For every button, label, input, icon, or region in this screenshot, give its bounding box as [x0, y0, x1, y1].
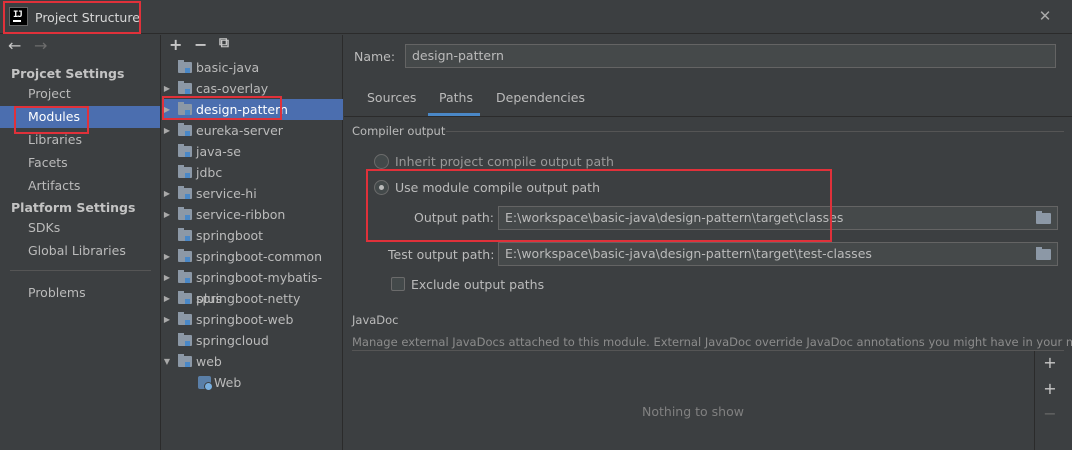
- tree-item-label: java-se: [196, 144, 241, 159]
- tree-item-label: springcloud: [196, 333, 269, 348]
- tree-item-label: springboot: [196, 228, 264, 243]
- tree-item-service-ribbon[interactable]: ▶ service-ribbon: [162, 204, 343, 225]
- sidebar-item-project[interactable]: Project: [0, 83, 160, 105]
- tree-item-label: basic-java: [196, 60, 260, 75]
- tab-paths[interactable]: Paths: [439, 90, 473, 105]
- module-folder-icon: [178, 354, 192, 367]
- module-folder-icon: [178, 123, 192, 136]
- module-name-input[interactable]: design-pattern: [405, 44, 1056, 68]
- expand-right-arrow-icon[interactable]: ▶: [162, 288, 172, 309]
- tree-item-jdbc[interactable]: jdbc: [162, 162, 343, 183]
- tab-dependencies[interactable]: Dependencies: [496, 90, 585, 105]
- module-settings-panel: Name: design-pattern Sources Paths Depen…: [344, 35, 1072, 450]
- inherit-output-label[interactable]: Inherit project compile output path: [395, 154, 614, 169]
- tabs-divider: [344, 116, 1072, 117]
- expand-right-arrow-icon[interactable]: ▶: [162, 309, 172, 330]
- tree-item-springboot-mybatis-plus[interactable]: ▶ springboot-mybatis-plus: [162, 267, 343, 306]
- tree-item-label: springboot-netty: [196, 291, 301, 306]
- tree-item-label: service-ribbon: [196, 207, 286, 222]
- javadoc-description: Manage external JavaDocs attached to thi…: [352, 335, 1072, 349]
- tree-item-springboot-common[interactable]: ▶ springboot-common: [162, 246, 343, 267]
- inherit-output-radio[interactable]: [374, 154, 389, 169]
- name-label: Name:: [354, 49, 396, 64]
- tree-item-label: Web: [214, 375, 242, 390]
- tree-item-java-se[interactable]: java-se: [162, 141, 343, 162]
- javadoc-toolbar: + + −: [1034, 351, 1064, 450]
- project-settings-header: Projcet Settings: [11, 66, 125, 81]
- web-facet-icon: [198, 376, 213, 391]
- exclude-output-label[interactable]: Exclude output paths: [411, 277, 544, 292]
- expand-down-arrow-icon[interactable]: ▼: [162, 351, 172, 372]
- tree-item-basic-java[interactable]: basic-java: [162, 57, 343, 78]
- tree-item-label: jdbc: [196, 165, 223, 180]
- copy-icon[interactable]: ⧉: [219, 35, 229, 51]
- close-icon[interactable]: ✕: [1037, 8, 1053, 24]
- tab-sources[interactable]: Sources: [367, 90, 416, 105]
- module-folder-icon: [178, 228, 192, 241]
- module-folder-icon: [178, 312, 192, 325]
- tree-item-springboot-web[interactable]: ▶ springboot-web: [162, 309, 343, 330]
- add-icon[interactable]: +: [169, 35, 182, 54]
- title-highlight-box: [3, 1, 141, 34]
- tree-item-label: eureka-server: [196, 123, 283, 138]
- forward-arrow-icon[interactable]: →: [34, 36, 47, 55]
- tree-item-springcloud[interactable]: springcloud: [162, 330, 343, 351]
- tree-item-web[interactable]: ▼ web: [162, 351, 343, 372]
- module-folder-icon: [178, 270, 192, 283]
- sidebar-item-global-libraries[interactable]: Global Libraries: [0, 240, 160, 262]
- browse-folder-icon[interactable]: [1036, 247, 1051, 260]
- module-folder-icon: [178, 81, 192, 94]
- expand-right-arrow-icon[interactable]: ▶: [162, 246, 172, 267]
- module-folder-icon: [178, 207, 192, 220]
- sidebar-item-problems[interactable]: Problems: [0, 282, 160, 304]
- modules-highlight-box: [14, 106, 89, 134]
- back-arrow-icon[interactable]: ←: [8, 36, 21, 55]
- javadoc-list[interactable]: Nothing to show: [352, 351, 1034, 450]
- tree-item-eureka-server[interactable]: ▶ eureka-server: [162, 120, 343, 141]
- module-folder-icon: [178, 60, 192, 73]
- output-path-highlight-box: [366, 169, 832, 242]
- design-pattern-highlight-box: [162, 96, 282, 120]
- module-folder-icon: [178, 186, 192, 199]
- expand-right-arrow-icon[interactable]: ▶: [162, 183, 172, 204]
- title-bar: IJ Project Structure ✕: [0, 0, 1072, 34]
- sidebar-item-sdks[interactable]: SDKs: [0, 217, 160, 239]
- remove-icon[interactable]: −: [1041, 404, 1059, 423]
- settings-sidebar: ← → Projcet Settings Project Modules Lib…: [0, 35, 161, 450]
- javadoc-title: JavaDoc: [352, 313, 399, 327]
- module-folder-icon: [178, 291, 192, 304]
- module-folder-icon: [178, 165, 192, 178]
- empty-list-text: Nothing to show: [642, 404, 744, 419]
- expand-right-arrow-icon[interactable]: ▶: [162, 120, 172, 141]
- platform-settings-header: Platform Settings: [11, 200, 136, 215]
- module-folder-icon: [178, 249, 192, 262]
- sidebar-divider: [10, 270, 151, 271]
- sidebar-item-artifacts[interactable]: Artifacts: [0, 175, 160, 197]
- browse-folder-icon[interactable]: [1036, 211, 1051, 224]
- tree-item-springboot[interactable]: springboot: [162, 225, 343, 246]
- tree-item-springboot-netty[interactable]: ▶ springboot-netty: [162, 288, 343, 309]
- tree-item-service-hi[interactable]: ▶ service-hi: [162, 183, 343, 204]
- module-tree: + − ⧉ basic-java ▶ cas-overlay ▶ design-patt…: [162, 35, 343, 450]
- module-folder-icon: [178, 144, 192, 157]
- module-folder-icon: [178, 333, 192, 346]
- tree-item-label: springboot-common: [196, 249, 323, 264]
- tree-item-web-facet[interactable]: Web: [162, 372, 343, 393]
- test-output-path-label: Test output path:: [388, 247, 495, 262]
- tree-item-label: web: [196, 354, 222, 369]
- add-url-icon[interactable]: +: [1041, 379, 1059, 398]
- compiler-output-title: Compiler output: [352, 124, 446, 138]
- compiler-output-divider: [446, 131, 1064, 132]
- exclude-output-checkbox[interactable]: [391, 277, 405, 291]
- expand-right-arrow-icon[interactable]: ▶: [162, 267, 172, 288]
- test-output-path-input[interactable]: E:\workspace\basic-java\design-pattern\t…: [498, 242, 1058, 266]
- tree-item-label: springboot-web: [196, 312, 294, 327]
- tree-item-label: service-hi: [196, 186, 257, 201]
- sidebar-item-facets[interactable]: Facets: [0, 152, 160, 174]
- remove-icon[interactable]: −: [194, 35, 207, 54]
- expand-right-arrow-icon[interactable]: ▶: [162, 204, 172, 225]
- add-icon[interactable]: +: [1041, 353, 1059, 372]
